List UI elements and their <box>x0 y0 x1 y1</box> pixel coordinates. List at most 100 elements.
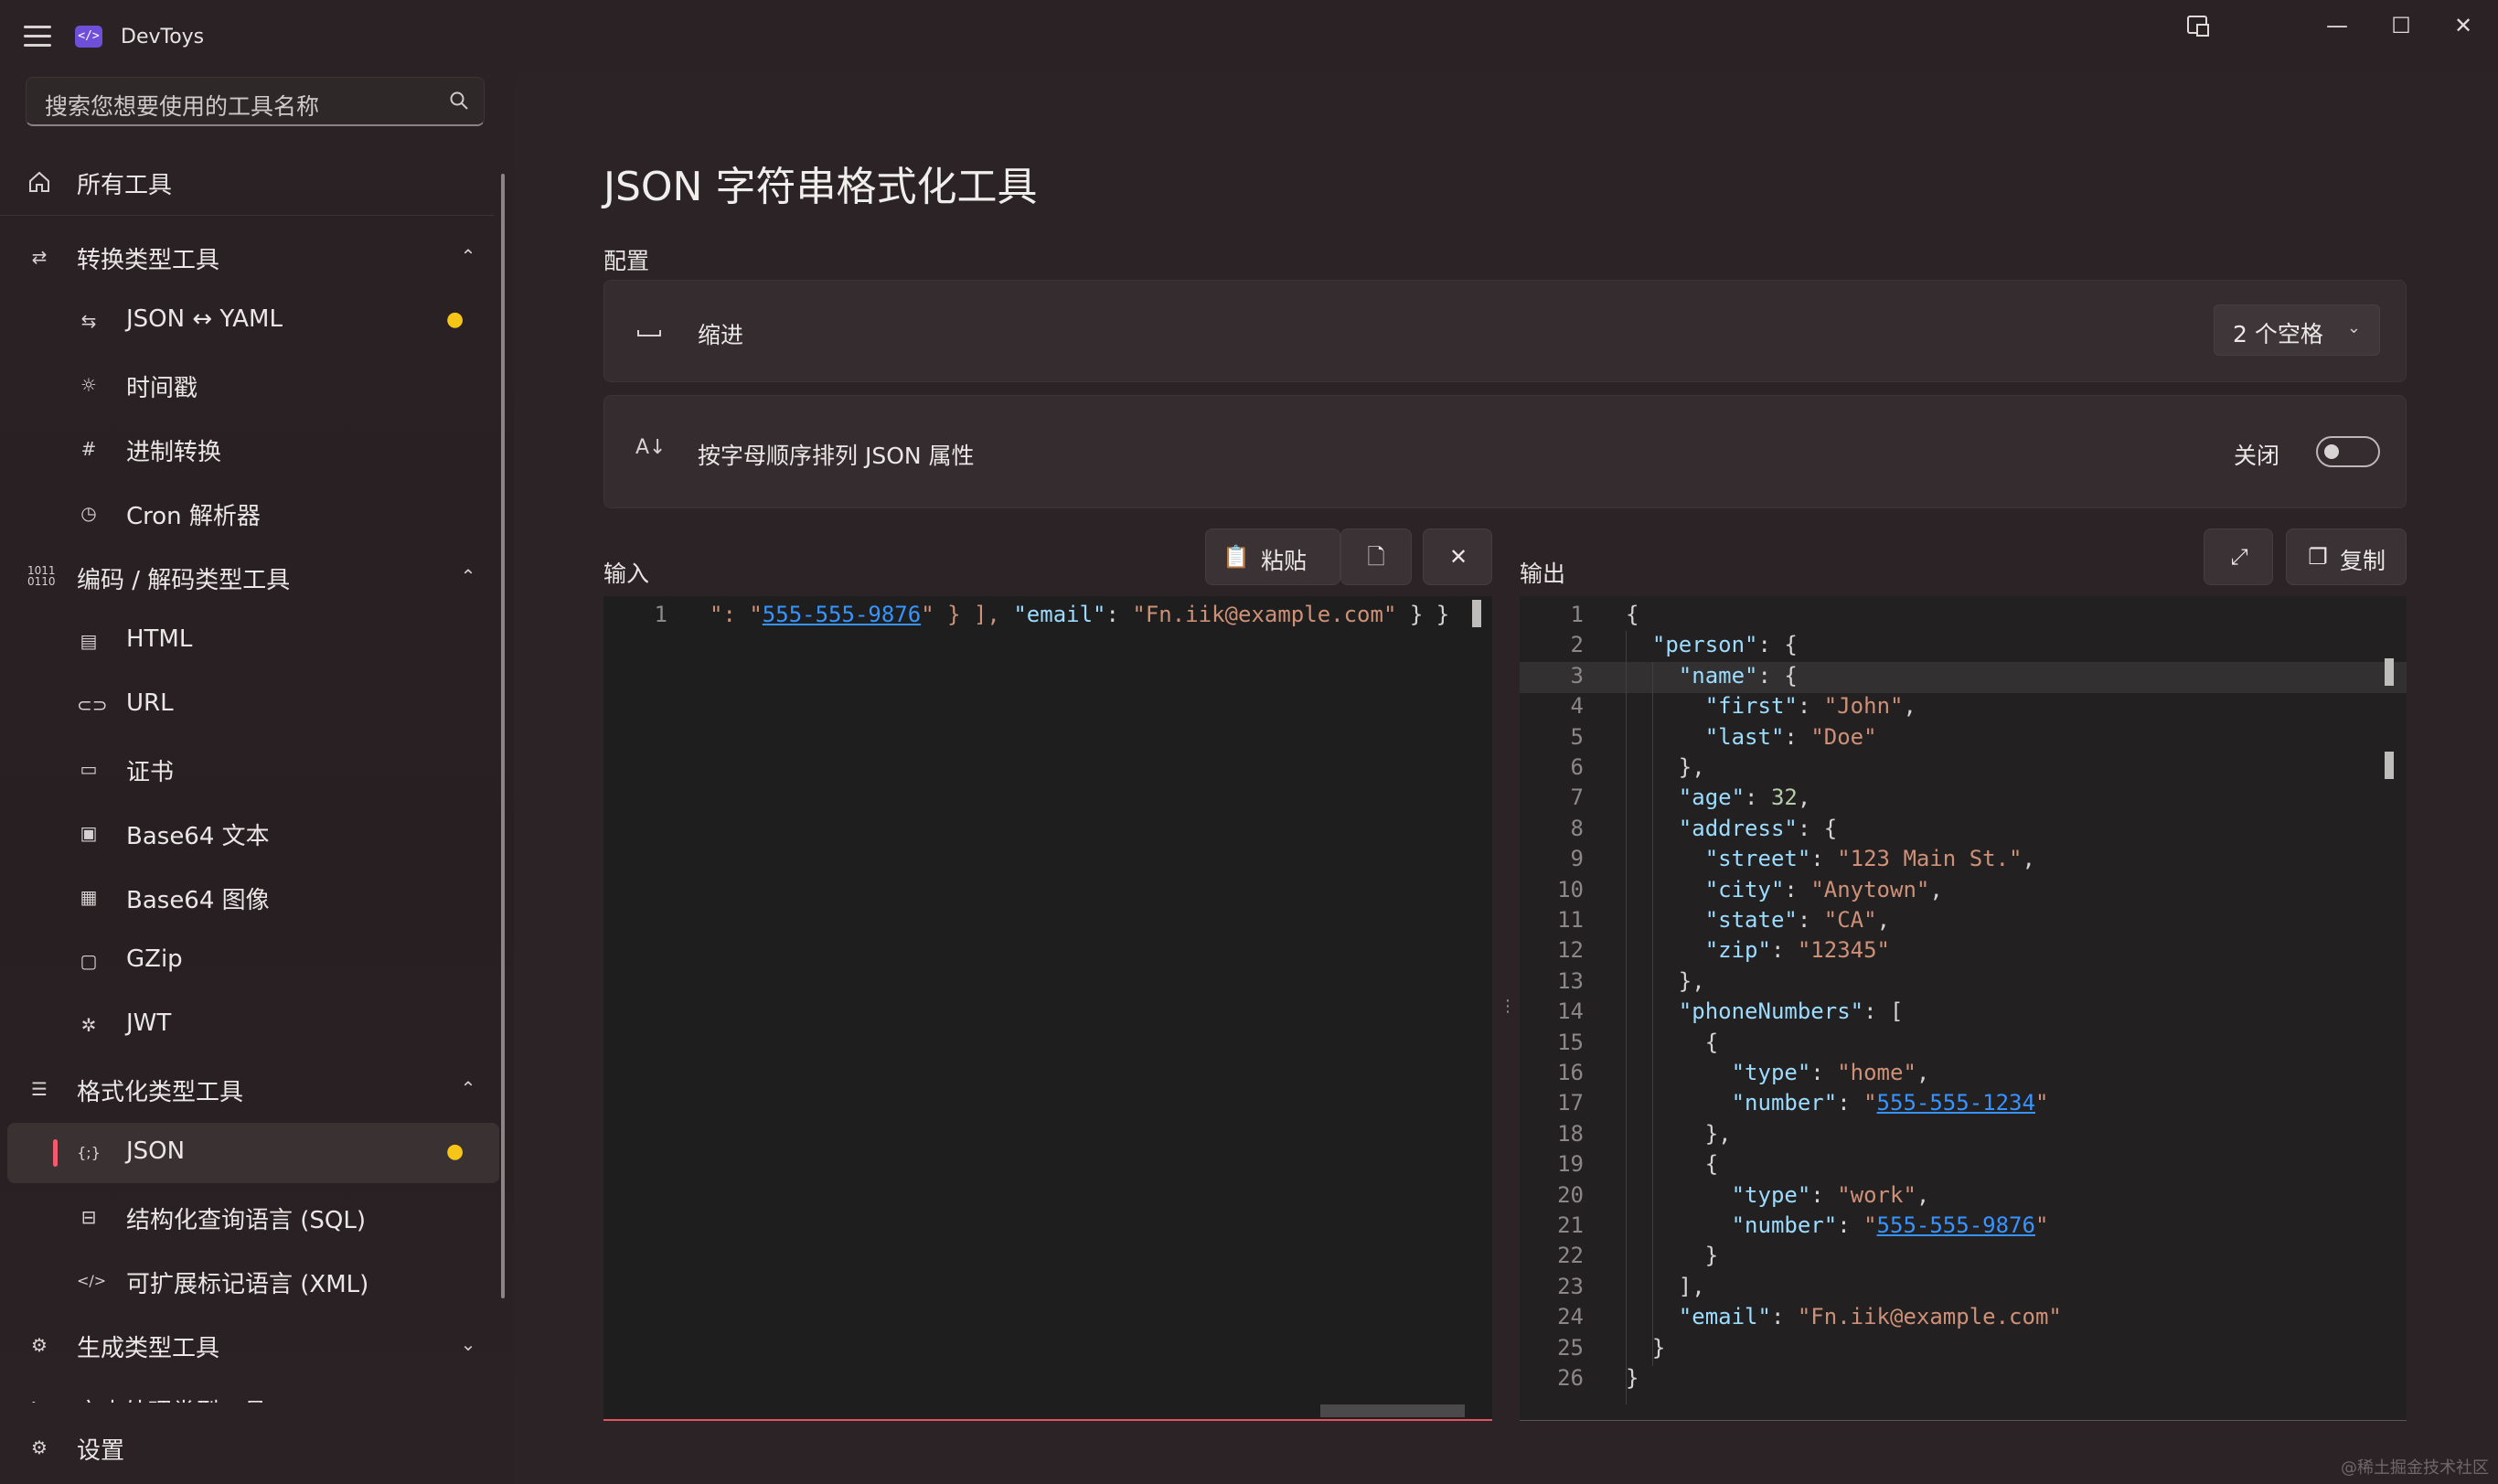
page-title: JSON 字符串格式化工具 <box>603 164 1038 210</box>
input-scroll-marker[interactable] <box>1472 600 1481 627</box>
line-number: 21 <box>1557 1212 1584 1238</box>
json-braces-icon: {;} <box>77 1144 101 1161</box>
config-section-label: 配置 <box>603 248 650 274</box>
hamburger-menu-icon[interactable] <box>24 26 51 48</box>
sort-label: 按字母顺序排列 JSON 属性 <box>698 443 975 469</box>
clear-button[interactable]: ✕ <box>1423 528 1492 585</box>
sidebar-item-certificate[interactable]: ▭ 证书 <box>0 741 494 795</box>
line-number: 2 <box>1570 632 1584 658</box>
code-token: "email" <box>1013 602 1106 627</box>
code-token: " <box>2034 1090 2049 1116</box>
sidebar-item-base64-image[interactable]: ▦ Base64 图像 <box>0 869 494 923</box>
indent-dropdown[interactable]: 2 个空格 ⌄ <box>2214 304 2380 356</box>
lightbulb-icon: ● <box>446 1140 464 1163</box>
code-token: "number" <box>1731 1090 1838 1116</box>
code-token: "CA" <box>1823 907 1877 933</box>
code-link[interactable]: 555-555-1234 <box>1877 1090 2035 1116</box>
gear-icon: ⚙ <box>31 1436 48 1458</box>
code-token: "phoneNumbers" <box>1678 998 1864 1025</box>
indent-space-icon <box>637 330 661 336</box>
sidebar-group-generators[interactable]: ⚙ 生成类型工具 ⌄ <box>0 1317 494 1372</box>
sidebar-item-sql[interactable]: ⊟ 结构化查询语言 (SQL) <box>0 1189 494 1244</box>
sort-toggle-switch[interactable] <box>2316 436 2380 467</box>
sidebar-item-gzip[interactable]: ▢ GZip <box>0 933 494 988</box>
sidebar-item-url[interactable]: ⊂⊃ URL <box>0 677 494 731</box>
input-horizontal-scrollbar[interactable] <box>1320 1404 1465 1417</box>
code-token: : <box>1810 1181 1838 1208</box>
code-token: : <box>1770 937 1798 964</box>
sql-icon: ⊟ <box>80 1206 97 1228</box>
close-icon: ✕ <box>1448 544 1468 570</box>
sidebar-item-label: JSON ↔ YAML <box>126 305 283 333</box>
chevron-up-icon[interactable]: ⌃ <box>457 1077 479 1099</box>
output-scroll-marker[interactable] <box>2385 658 2394 686</box>
line-number: 20 <box>1557 1181 1584 1208</box>
clock-icon: ◷ <box>80 502 97 524</box>
code-token: "last" <box>1704 723 1785 750</box>
search-icon[interactable] <box>449 91 469 111</box>
snap-layout-icon[interactable] <box>2171 7 2226 44</box>
output-editor[interactable]: 1{2 "person": {3 "name": {4 "first": "Jo… <box>1520 596 2407 1421</box>
sidebar-item-label: GZip <box>126 945 183 973</box>
code-token: "city" <box>1704 876 1785 902</box>
code-link[interactable]: 555-555-9876 <box>763 602 921 627</box>
copy-button[interactable]: ❐ 复制 <box>2286 528 2407 585</box>
sidebar-item-label: 进制转换 <box>126 439 222 466</box>
close-window-button[interactable]: ✕ <box>2436 7 2491 44</box>
sidebar-group-converters[interactable]: ⇄ 转换类型工具 ⌃ <box>0 229 494 283</box>
sidebar-item-all-tools[interactable]: 所有工具 <box>0 154 494 208</box>
output-code-line: "last": "Doe" <box>1626 724 1877 750</box>
minimize-button[interactable]: — <box>2310 7 2365 44</box>
code-token: { <box>1626 1029 1719 1055</box>
code-token: }, <box>1626 967 1705 994</box>
output-code-line: }, <box>1626 754 1705 780</box>
output-code-line: "type": "home", <box>1626 1060 1930 1085</box>
expand-button[interactable]: ⤢ <box>2204 528 2273 585</box>
sidebar-group-text[interactable]: Aa 文本处理类型工具 <box>0 1381 494 1403</box>
code-token: : { <box>1757 662 1798 689</box>
output-scroll-marker[interactable] <box>2385 752 2394 779</box>
sidebar-item-html[interactable]: ▤ HTML <box>0 613 494 667</box>
input-code-line: ": "555-555-9876" } ], "email": "Fn.iik@… <box>710 602 1449 627</box>
paste-button[interactable]: 📋 粘贴 <box>1205 528 1340 585</box>
tool-search-box[interactable]: 搜索您想要使用的工具名称 <box>26 77 485 126</box>
sidebar-item-label: 设置 <box>77 1437 125 1465</box>
input-editor[interactable]: 1 ": "555-555-9876" } ], "email": "Fn.ii… <box>603 596 1492 1421</box>
sidebar-item-label: 证书 <box>126 759 175 786</box>
output-code-line: }, <box>1626 1121 1732 1147</box>
output-code-line: "zip": "12345" <box>1626 937 1890 963</box>
sidebar-item-xml[interactable]: </> 可扩展标记语言 (XML) <box>0 1253 494 1308</box>
sidebar-item-timestamp[interactable]: ☼ 时间戳 <box>0 357 494 411</box>
line-number: 8 <box>1570 815 1584 841</box>
sidebar-group-label: 编码 / 解码类型工具 <box>77 567 291 594</box>
maximize-button[interactable]: ☐ <box>2374 7 2429 44</box>
sidebar-item-cron[interactable]: ◷ Cron 解析器 <box>0 485 494 539</box>
sidebar-item-base64-text[interactable]: ▣ Base64 文本 <box>0 805 494 859</box>
sidebar-item-json[interactable]: {;} JSON ● <box>0 1125 494 1180</box>
code-token: "12345" <box>1797 937 1891 964</box>
line-number: 10 <box>1557 876 1584 902</box>
sidebar-group-label: 生成类型工具 <box>77 1335 220 1362</box>
generator-icon: ⚙ <box>31 1334 48 1356</box>
line-number: 3 <box>1570 662 1584 689</box>
line-number: 16 <box>1557 1060 1584 1085</box>
xml-code-icon: </> <box>77 1272 107 1289</box>
sidebar-item-number-base[interactable]: # 进制转换 <box>0 421 494 475</box>
code-link[interactable]: 555-555-9876 <box>1877 1212 2035 1238</box>
chevron-up-icon[interactable]: ⌃ <box>457 245 479 267</box>
link-icon: ⊂⊃ <box>77 694 108 716</box>
sidebar-item-jwt[interactable]: ✲ JWT <box>0 997 494 1052</box>
sidebar-item-json-yaml[interactable]: ⇆ JSON ↔ YAML ● <box>0 293 494 347</box>
sidebar-group-encoders[interactable]: 1011 0110 编码 / 解码类型工具 ⌃ <box>0 549 494 603</box>
chevron-down-icon[interactable]: ⌄ <box>457 1333 479 1355</box>
sidebar-item-settings[interactable]: ⚙ 设置 <box>0 1419 494 1474</box>
code-token: , <box>2022 846 2035 872</box>
chevron-up-icon[interactable]: ⌃ <box>457 565 479 587</box>
sidebar-scrollbar[interactable] <box>501 174 505 1298</box>
sidebar-group-formatters[interactable]: ☰ 格式化类型工具 ⌃ <box>0 1061 494 1116</box>
code-token: "number" <box>1731 1212 1838 1238</box>
panel-splitter-handle[interactable]: ⋮⋮ <box>1500 997 1532 1019</box>
open-file-button[interactable]: 🗋 <box>1340 528 1412 585</box>
